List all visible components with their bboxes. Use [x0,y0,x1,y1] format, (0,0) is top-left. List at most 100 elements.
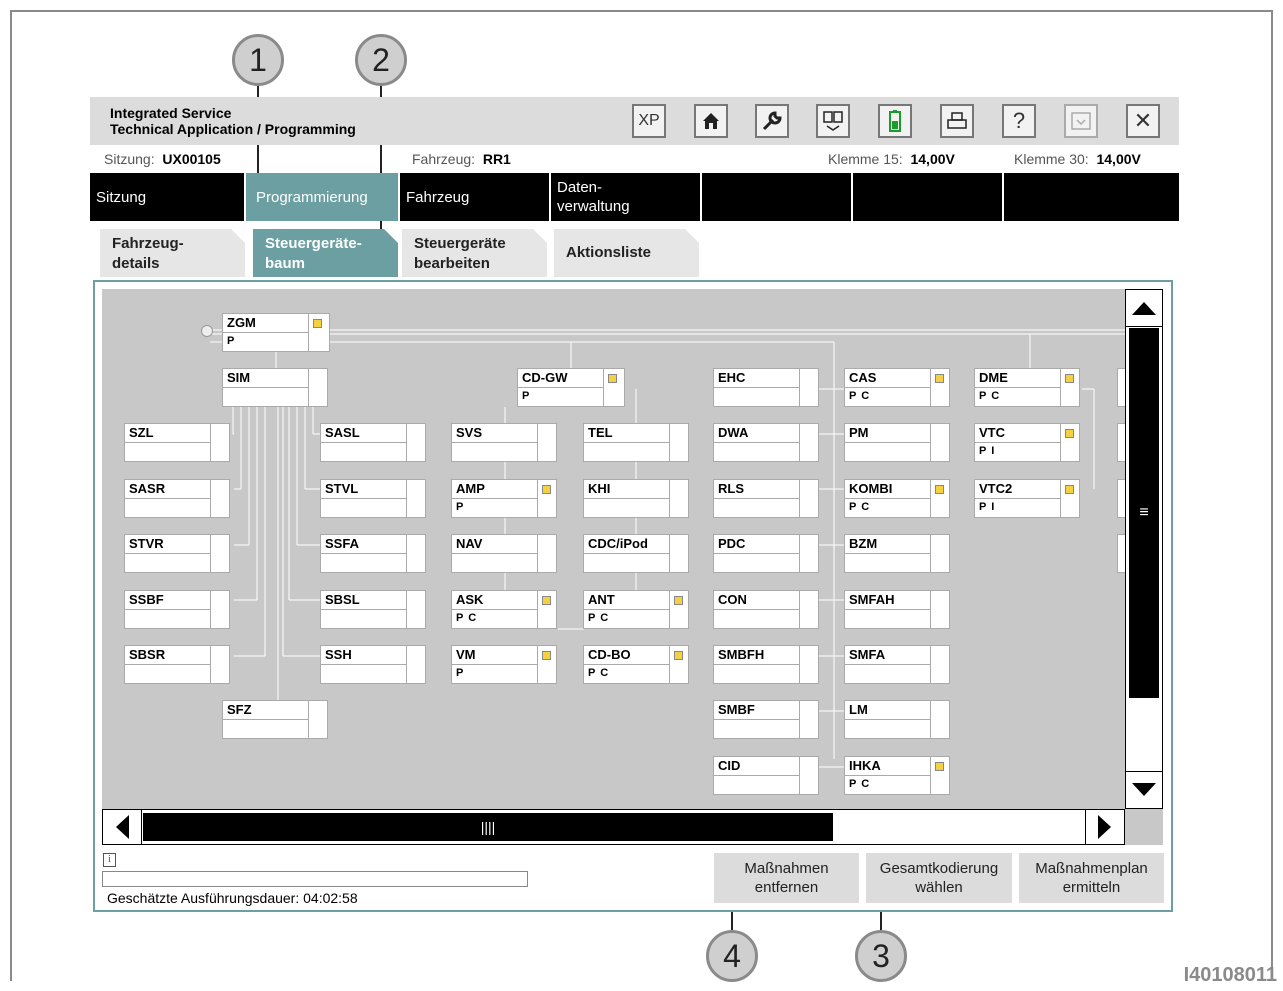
ecu-khi[interactable]: KHI [583,479,689,518]
wrench-button[interactable] [755,104,789,138]
tab-aktionsliste[interactable]: Aktionsliste [554,229,699,277]
ecu-ehc[interactable]: EHC [713,368,819,407]
ecu-name: PM [849,425,869,440]
ecu-lm[interactable]: LM [844,700,950,739]
nav-datenverwaltung[interactable]: Daten- verwaltung [551,173,702,221]
ecu-vtc2[interactable]: VTC2 P I [974,479,1080,518]
ecu-name: SASL [325,425,360,440]
ecu-clipped[interactable] [1117,479,1125,518]
scroll-down-button[interactable] [1126,771,1162,808]
ecu-name: PDC [718,536,746,551]
ecu-flag-icon [313,319,322,328]
nav-empty-1[interactable] [702,173,853,221]
ecu-sfz[interactable]: SFZ [222,700,328,739]
ecu-sasl[interactable]: SASL [320,423,426,462]
ecu-amp[interactable]: AMP P [451,479,557,518]
nav-programmierung[interactable]: Programmierung [246,173,400,221]
ecu-name: SBSR [129,647,166,662]
ecu-cas[interactable]: CAS P C [844,368,950,407]
horizontal-scroll-thumb[interactable]: |||| [143,813,833,841]
ecu-pm[interactable]: PM [844,423,950,462]
ecu-sbsl[interactable]: SBSL [320,590,426,629]
horizontal-scrollbar[interactable]: |||| [102,809,1125,845]
ecu-vm[interactable]: VM P [451,645,557,684]
tab-steuergeraete-bearbeiten[interactable]: Steuergeräte bearbeiten [402,229,547,277]
ecu-smfa[interactable]: SMFA [844,645,950,684]
ecu-action: P [456,501,465,513]
battery-icon [889,110,901,132]
ecu-name: ZGM [227,315,256,330]
ecu-ask[interactable]: ASK P C [451,590,557,629]
ecu-name: EHC [718,370,746,385]
ecu-sim[interactable]: SIM [222,368,328,407]
ecu-clipped[interactable] [1117,534,1125,573]
ecu-name: KHI [588,481,611,496]
ecu-kombi[interactable]: KOMBI P C [844,479,950,518]
nav-sitzung[interactable]: Sitzung [90,173,246,221]
ecu-con[interactable]: CON [713,590,819,629]
ecu-zgm[interactable]: ZGM P [222,313,330,352]
print-button[interactable] [940,104,974,138]
ecu-cdbo[interactable]: CD-BO P C [583,645,689,684]
ecu-stvr[interactable]: STVR [124,534,230,573]
ecu-clipped[interactable] [1117,368,1125,407]
ecu-smbfh[interactable]: SMBFH [713,645,819,684]
ecu-pdc[interactable]: PDC [713,534,819,573]
ecu-svs[interactable]: SVS [451,423,557,462]
arrow-up-icon [1132,302,1156,315]
ecu-vtc[interactable]: VTC P I [974,423,1080,462]
ecu-name: DME [979,370,1008,385]
ecu-action: P C [979,390,1001,402]
remove-measures-button[interactable]: Maßnahmen entfernen [714,853,859,903]
battery-button[interactable] [878,104,912,138]
xp-label: XP [638,112,660,129]
ecu-cid[interactable]: CID [713,756,819,795]
ecu-dwa[interactable]: DWA [713,423,819,462]
scroll-up-button[interactable] [1126,290,1162,327]
ecu-action: P C [588,612,610,624]
vertical-scroll-thumb[interactable]: ≡ [1129,328,1159,698]
ecu-smbf[interactable]: SMBF [713,700,819,739]
ecu-tel[interactable]: TEL [583,423,689,462]
ecu-sbsr[interactable]: SBSR [124,645,230,684]
minimize-button[interactable] [1064,104,1098,138]
determine-measures-plan-button[interactable]: Maßnahmenplan ermitteln [1019,853,1164,903]
scroll-right-button[interactable] [1085,810,1124,844]
ecu-ant[interactable]: ANT P C [583,590,689,629]
vertical-scrollbar[interactable]: ≡ [1125,289,1163,809]
ecu-ssh[interactable]: SSH [320,645,426,684]
select-total-coding-button[interactable]: Gesamtkodierung wählen [866,853,1012,903]
ecu-flag-icon [1065,374,1074,383]
ecu-name: SMBF [718,702,755,717]
ecu-cdgw[interactable]: CD-GW P [517,368,625,407]
ecu-bzm[interactable]: BZM [844,534,950,573]
ecu-cdcipod[interactable]: CDC/iPod [583,534,689,573]
ecu-szl[interactable]: SZL [124,423,230,462]
ecu-ihka[interactable]: IHKA P C [844,756,950,795]
close-button[interactable]: ✕ [1126,104,1160,138]
vehicle-data-button[interactable] [816,104,850,138]
ecu-name: IHKA [849,758,881,773]
xp-button[interactable]: XP [632,104,666,138]
help-button[interactable]: ? [1002,104,1036,138]
ecu-name: SIM [227,370,251,385]
nav-empty-2[interactable] [853,173,1004,221]
ecu-sasr[interactable]: SASR [124,479,230,518]
scroll-left-button[interactable] [103,810,142,844]
ecu-dme[interactable]: DME P C [974,368,1080,407]
ecu-ssbf[interactable]: SSBF [124,590,230,629]
data-exchange-icon [823,111,843,131]
ecu-ssfa[interactable]: SSFA [320,534,426,573]
tab-fahrzeugdetails[interactable]: Fahrzeug- details [100,229,245,277]
ecu-smfah[interactable]: SMFAH [844,590,950,629]
ecu-stvl[interactable]: STVL [320,479,426,518]
ecu-name: SFZ [227,702,252,717]
nav-empty-3[interactable] [1004,173,1179,221]
nav-fahrzeug[interactable]: Fahrzeug [400,173,551,221]
ecu-nav[interactable]: NAV [451,534,557,573]
ecu-clipped[interactable] [1117,423,1125,462]
tab-steuergeraetebaum[interactable]: Steuergeräte- baum [253,229,398,277]
ecu-rls[interactable]: RLS [713,479,819,518]
home-button[interactable] [694,104,728,138]
ecu-action: P [522,390,531,402]
